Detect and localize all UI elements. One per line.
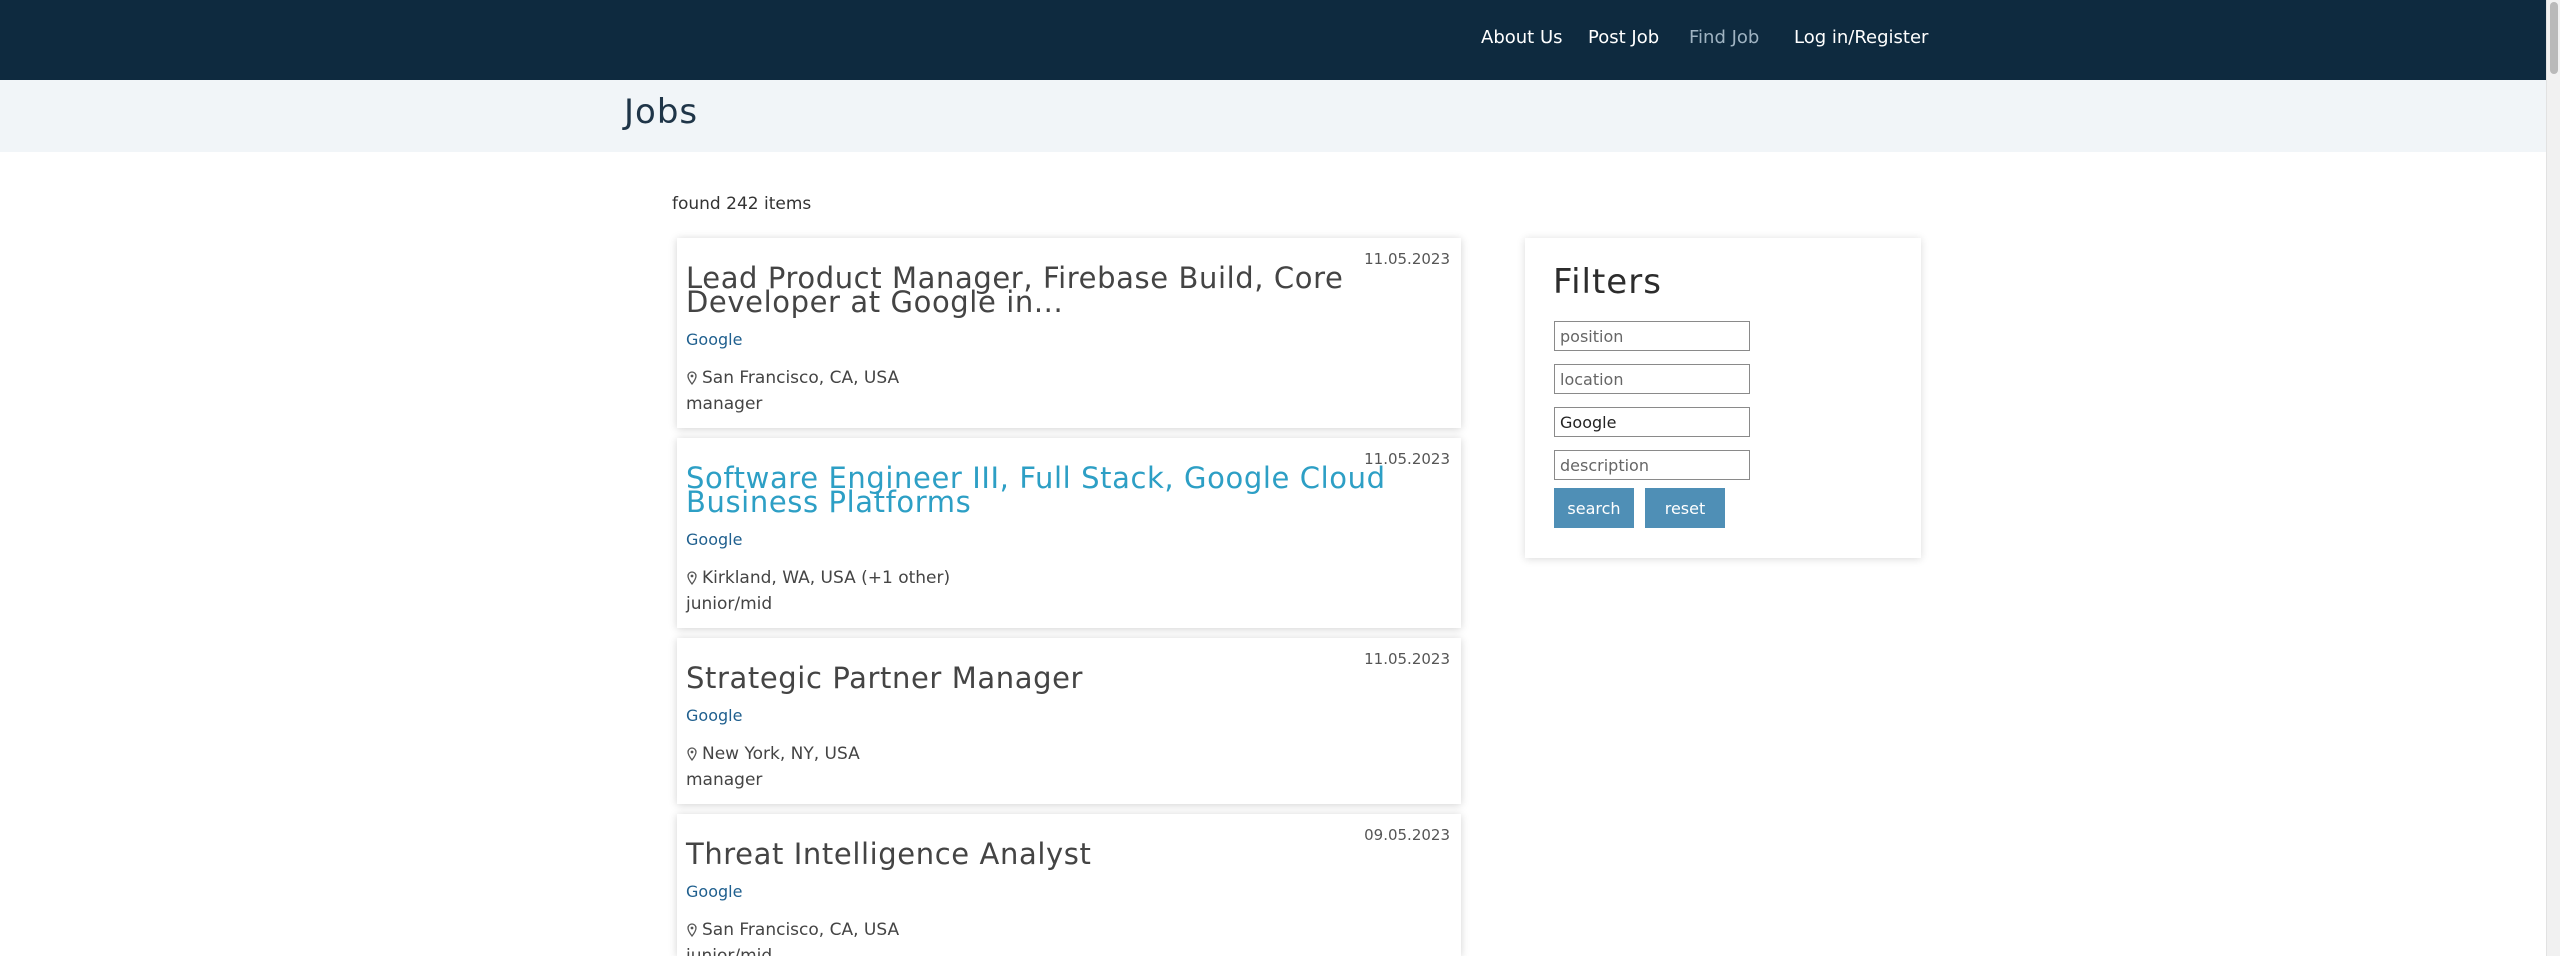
map-pin-icon xyxy=(687,923,697,937)
position-filter-input[interactable] xyxy=(1554,321,1750,351)
job-company[interactable]: Google xyxy=(686,706,742,725)
map-pin-icon xyxy=(687,747,697,761)
page-scrollbar[interactable] xyxy=(2546,0,2560,956)
map-pin-icon xyxy=(687,371,697,385)
job-card[interactable]: 11.05.2023 Lead Product Manager, Firebas… xyxy=(677,238,1461,428)
job-title[interactable]: Strategic Partner Manager xyxy=(686,664,1416,693)
reset-button[interactable]: reset xyxy=(1645,488,1725,528)
job-location-text: Kirkland, WA, USA (+1 other) xyxy=(702,568,951,588)
job-company[interactable]: Google xyxy=(686,882,742,901)
company-filter-input[interactable] xyxy=(1554,407,1750,437)
job-level: manager xyxy=(686,770,763,790)
job-card[interactable]: 11.05.2023 Strategic Partner Manager Goo… xyxy=(677,638,1461,804)
page-header: Jobs xyxy=(0,80,2546,152)
job-level: junior/mid xyxy=(686,594,773,614)
job-level: junior/mid xyxy=(686,946,773,956)
filters-title: Filters xyxy=(1553,262,1662,302)
nav-login-register[interactable]: Log in/Register xyxy=(1794,27,1928,48)
map-pin-icon xyxy=(687,571,697,585)
job-location: San Francisco, CA, USA xyxy=(686,920,899,940)
job-card[interactable]: 09.05.2023 Threat Intelligence Analyst G… xyxy=(677,814,1461,956)
job-location: Kirkland, WA, USA (+1 other) xyxy=(686,568,950,588)
job-company[interactable]: Google xyxy=(686,330,742,349)
job-title[interactable]: Threat Intelligence Analyst xyxy=(686,840,1416,869)
job-location-text: San Francisco, CA, USA xyxy=(702,920,900,940)
scrollbar-thumb[interactable] xyxy=(2550,2,2558,74)
description-filter-input[interactable] xyxy=(1554,450,1750,480)
job-title[interactable]: Software Engineer III, Full Stack, Googl… xyxy=(686,464,1416,517)
page-title: Jobs xyxy=(624,92,699,132)
job-location-text: San Francisco, CA, USA xyxy=(702,368,900,388)
top-navbar: About Us Post Job Find Job Log in/Regist… xyxy=(0,0,2546,80)
nav-post-job[interactable]: Post Job xyxy=(1588,27,1659,48)
job-level: manager xyxy=(686,394,763,414)
search-button[interactable]: search xyxy=(1554,488,1634,528)
job-card[interactable]: 11.05.2023 Software Engineer III, Full S… xyxy=(677,438,1461,628)
results-count: found 242 items xyxy=(672,194,812,214)
job-location: San Francisco, CA, USA xyxy=(686,368,899,388)
location-filter-input[interactable] xyxy=(1554,364,1750,394)
filters-panel: Filters search reset xyxy=(1525,238,1921,558)
nav-find-job[interactable]: Find Job xyxy=(1689,27,1759,48)
nav-about-us[interactable]: About Us xyxy=(1481,27,1563,48)
job-location: New York, NY, USA xyxy=(686,744,860,764)
job-title[interactable]: Lead Product Manager, Firebase Build, Co… xyxy=(686,264,1416,317)
job-location-text: New York, NY, USA xyxy=(702,744,860,764)
job-company[interactable]: Google xyxy=(686,530,742,549)
